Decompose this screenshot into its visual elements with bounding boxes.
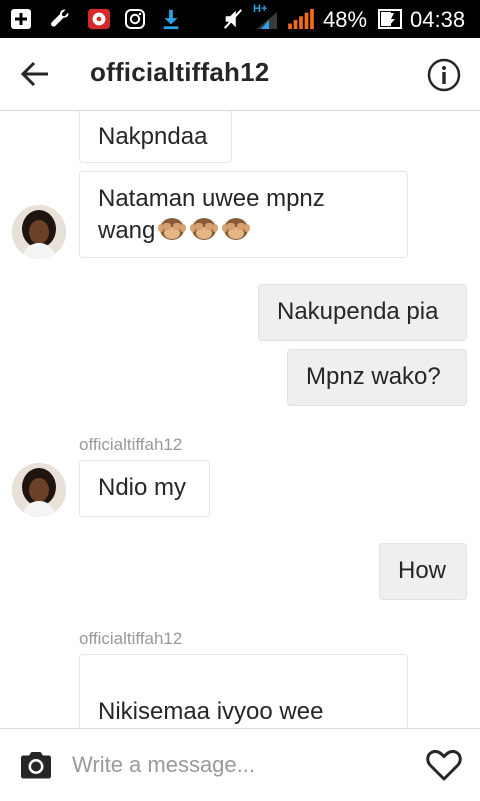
back-button[interactable]: [14, 56, 54, 92]
wifi-signal-icon: [257, 12, 277, 29]
download-icon: [163, 9, 179, 30]
see-no-evil-monkey-icon: [157, 214, 187, 250]
outgoing-message-bubble[interactable]: Mpnz wako?: [287, 349, 467, 406]
message-text: Mpnz wako?: [306, 363, 441, 390]
like-button[interactable]: [424, 747, 464, 783]
message-text: Nataman uwee mpnz wang: [98, 184, 389, 250]
message-text: Nakupenda pia: [277, 298, 439, 325]
conversation-header: officialtiffah12: [0, 38, 480, 111]
sender-name: officialtiffah12: [79, 435, 183, 454]
info-button[interactable]: [426, 57, 462, 93]
message-text: Ndio my: [98, 474, 187, 501]
battery-icon: [378, 9, 402, 29]
outgoing-message-bubble[interactable]: How: [379, 543, 467, 600]
avatar-photo: [12, 205, 66, 259]
instagram-icon: [125, 9, 145, 29]
back-arrow-icon: [20, 61, 48, 87]
incoming-message-bubble[interactable]: Ndio my: [79, 460, 210, 517]
message-thread[interactable]: Nakpndaa Nataman uwee mpnz wang Nakupend…: [0, 111, 480, 728]
incoming-message-bubble[interactable]: Nikisemaa ivyoo wee unahis vp jmn: [79, 654, 408, 728]
message-input[interactable]: [72, 747, 402, 783]
camera-button[interactable]: [18, 747, 54, 783]
info-icon: [427, 58, 461, 92]
avatar-photo: [12, 463, 66, 517]
add-box-icon: [11, 9, 31, 29]
sender-avatar[interactable]: [12, 463, 66, 517]
clock: 04:38: [410, 7, 466, 32]
see-no-evil-monkey-icon: [189, 214, 219, 250]
sender-name: officialtiffah12: [79, 629, 183, 648]
status-bar: H+ 48% 04:38: [0, 0, 480, 38]
mute-icon: [224, 9, 242, 29]
message-composer: [0, 728, 480, 801]
wrench-icon: [51, 9, 69, 27]
message-text: Nikisemaa ivyoo wee unahis vp jmn: [98, 698, 324, 725]
music-app-icon: [88, 8, 110, 30]
signal-icon: [288, 8, 314, 30]
outgoing-message-bubble[interactable]: Nakupenda pia: [258, 284, 467, 341]
incoming-message-bubble[interactable]: Nakpndaa: [79, 111, 232, 163]
battery-percent: 48%: [323, 7, 368, 32]
incoming-message-bubble[interactable]: Nataman uwee mpnz wang: [79, 171, 408, 258]
camera-icon: [21, 752, 51, 779]
see-no-evil-monkey-icon: [221, 214, 251, 250]
heart-icon: [426, 750, 462, 781]
conversation-title[interactable]: officialtiffah12: [90, 57, 269, 88]
message-text: How: [398, 557, 447, 584]
message-text: Nakpndaa: [98, 123, 208, 150]
sender-avatar[interactable]: [12, 205, 66, 259]
